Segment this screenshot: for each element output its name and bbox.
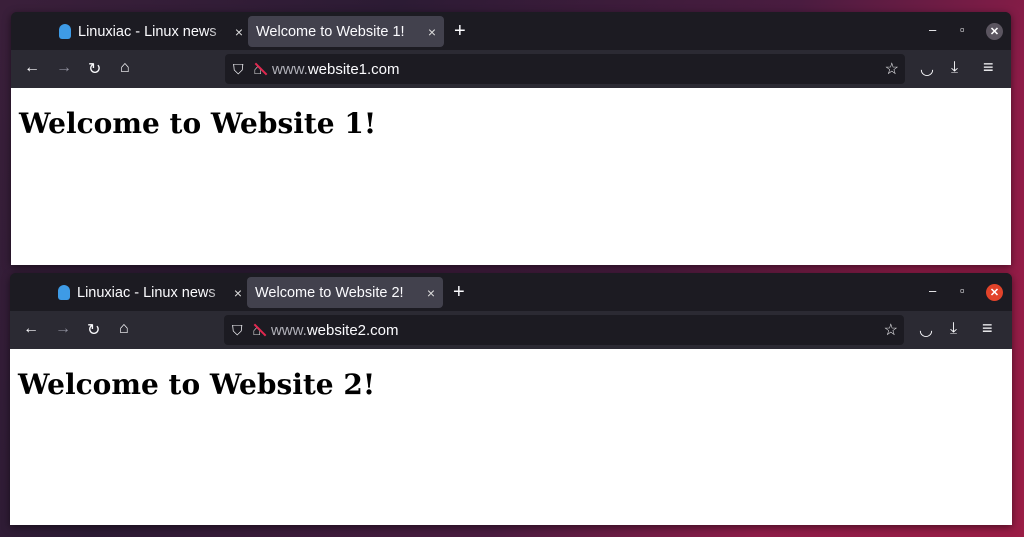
menu-icon[interactable]: ≡ (982, 318, 993, 339)
shield-icon[interactable]: ⛉ (233, 61, 244, 78)
insecure-lock-icon[interactable]: ⌂ (253, 322, 261, 338)
url-text[interactable]: www.website1.com (272, 61, 400, 78)
new-tab-button[interactable]: + (453, 281, 465, 304)
shield-icon[interactable]: ⛉ (232, 322, 243, 339)
bookmark-star-icon[interactable]: ☆ (885, 59, 899, 79)
bookmark-star-icon[interactable]: ☆ (884, 320, 898, 340)
url-domain: website2.com (306, 321, 399, 339)
url-bar[interactable]: ⛉ ⌂ www.website2.com ☆ (224, 315, 904, 345)
insecure-lock-icon[interactable]: ⌂ (254, 61, 262, 77)
download-icon[interactable]: ⤓ (950, 320, 957, 338)
tab-title: Linuxiac - Linux news (77, 284, 216, 301)
url-bar[interactable]: ⛉ ⌂ www.website1.com ☆ (225, 54, 905, 84)
tab-active[interactable]: Welcome to Website 1! × (248, 16, 444, 47)
close-window-button[interactable]: ✕ (986, 284, 1003, 301)
forward-button[interactable]: → (55, 320, 71, 338)
reload-button[interactable]: ↻ (87, 320, 100, 340)
tab-close-icon[interactable]: × (428, 24, 436, 40)
reload-button[interactable]: ↻ (88, 59, 101, 79)
tux-favicon-icon (59, 24, 71, 39)
forward-button[interactable]: → (56, 59, 72, 77)
tab-title: Welcome to Website 2! (255, 284, 404, 301)
tux-favicon-icon (58, 285, 70, 300)
back-button[interactable]: ← (23, 320, 39, 338)
maximize-button[interactable]: ▫ (960, 22, 965, 37)
tab-title: Linuxiac - Linux news (78, 23, 217, 40)
url-text[interactable]: www.website2.com (271, 322, 399, 339)
nav-toolbar: ← → ↻ ⌂ ⛉ ⌂ www.website2.com ☆ ◡ ⤓ ≡ (10, 311, 1012, 349)
menu-icon[interactable]: ≡ (983, 57, 994, 78)
tab-bar: Linuxiac - Linux news × Welcome to Websi… (11, 12, 1011, 50)
home-button[interactable]: ⌂ (120, 59, 130, 77)
pocket-icon[interactable]: ◡ (919, 320, 933, 340)
page-content: Welcome to Website 1! (11, 88, 1011, 265)
browser-window: Linuxiac - Linux news × Welcome to Websi… (11, 12, 1011, 265)
minimize-button[interactable]: – (929, 283, 936, 298)
tab-active[interactable]: Welcome to Website 2! × (247, 277, 443, 308)
close-window-button[interactable]: ✕ (986, 23, 1003, 40)
nav-toolbar: ← → ↻ ⌂ ⛉ ⌂ www.website1.com ☆ ◡ ⤓ ≡ (11, 50, 1011, 88)
page-heading: Welcome to Website 2! (18, 368, 376, 401)
minimize-button[interactable]: – (929, 22, 936, 37)
url-prefix: www. (271, 60, 308, 78)
browser-window: Linuxiac - Linux news × Welcome to Websi… (10, 273, 1012, 525)
maximize-button[interactable]: ▫ (960, 283, 965, 298)
download-icon[interactable]: ⤓ (951, 59, 958, 77)
tab-linuxiac[interactable]: Linuxiac - Linux news × (51, 16, 243, 47)
pocket-icon[interactable]: ◡ (920, 59, 934, 79)
tab-close-icon[interactable]: × (235, 24, 243, 40)
home-button[interactable]: ⌂ (119, 320, 129, 338)
tab-close-icon[interactable]: × (234, 285, 242, 301)
tab-bar: Linuxiac - Linux news × Welcome to Websi… (10, 273, 1012, 311)
url-prefix: www. (270, 321, 307, 339)
page-heading: Welcome to Website 1! (19, 107, 377, 140)
tab-linuxiac[interactable]: Linuxiac - Linux news × (50, 277, 242, 308)
back-button[interactable]: ← (24, 59, 40, 77)
url-domain: website1.com (307, 60, 400, 78)
page-content: Welcome to Website 2! (10, 349, 1012, 525)
tab-title: Welcome to Website 1! (256, 23, 405, 40)
tab-close-icon[interactable]: × (427, 285, 435, 301)
new-tab-button[interactable]: + (454, 20, 466, 43)
